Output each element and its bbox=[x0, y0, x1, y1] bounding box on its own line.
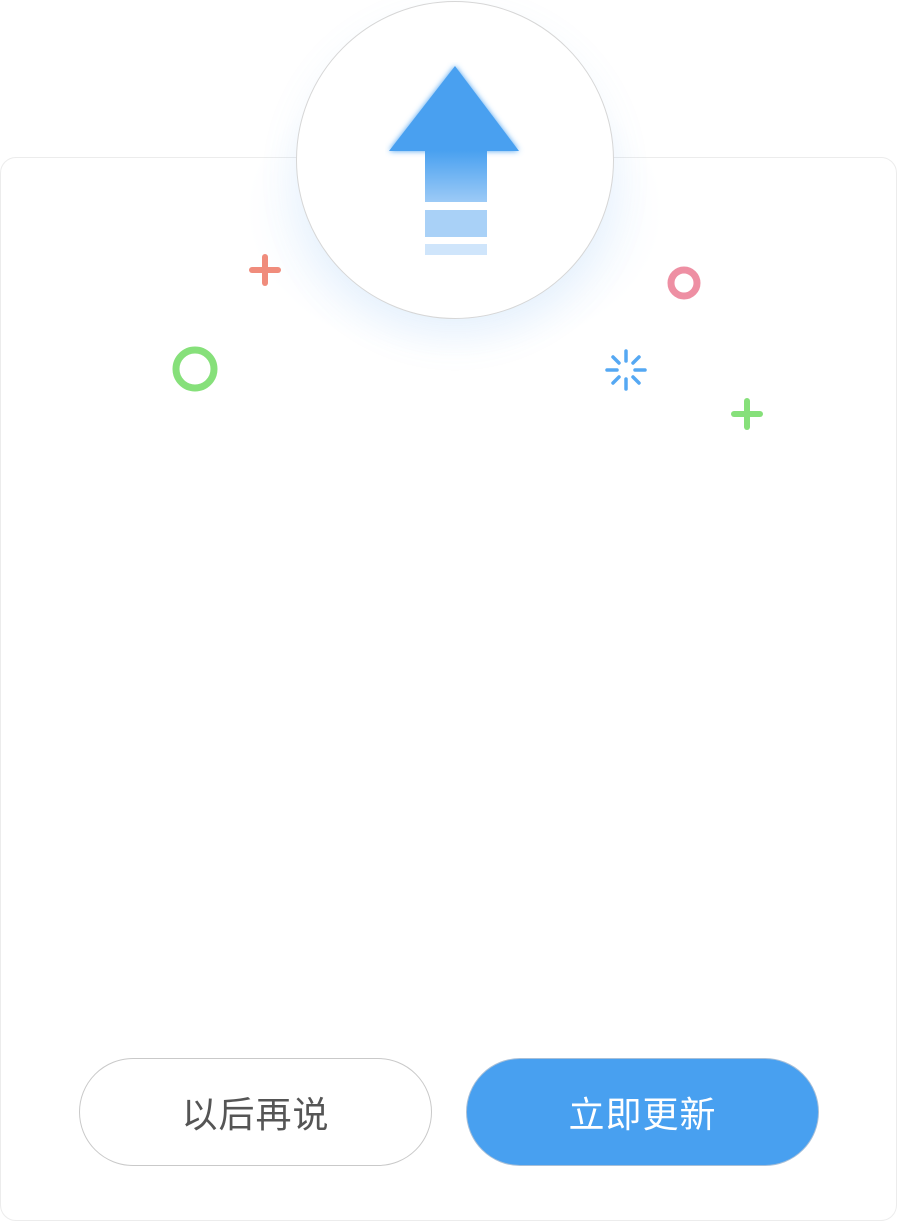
plus-icon bbox=[249, 254, 281, 286]
later-button[interactable]: 以后再说 bbox=[79, 1058, 432, 1166]
plus-icon bbox=[731, 398, 763, 430]
update-now-button[interactable]: 立即更新 bbox=[466, 1058, 819, 1166]
ring-icon bbox=[667, 266, 701, 300]
sparkle-icon bbox=[605, 349, 647, 391]
upload-arrow-icon bbox=[389, 66, 519, 255]
update-dialog: 以后再说 立即更新 bbox=[0, 0, 899, 1223]
ring-icon bbox=[172, 346, 218, 392]
